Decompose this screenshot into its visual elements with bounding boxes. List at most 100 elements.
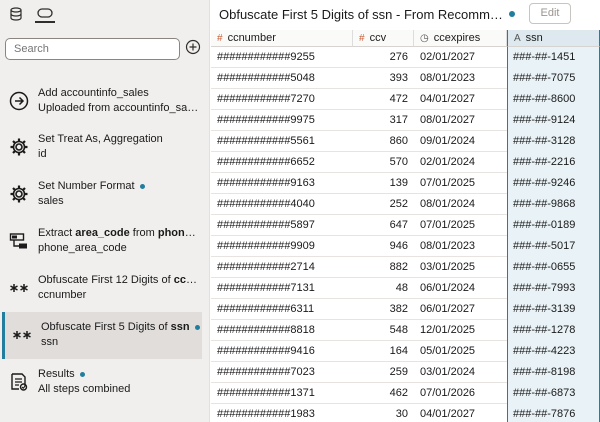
cell-ccv[interactable]: 472	[353, 89, 408, 110]
add-step-button[interactable]	[185, 39, 201, 55]
cell-ccnumber[interactable]: ############6652	[217, 152, 349, 173]
search-input[interactable]	[5, 38, 180, 60]
cell-ccnumber[interactable]: ############9163	[217, 173, 349, 194]
cell-ssn[interactable]: ###-##-3128	[507, 131, 600, 152]
table-row[interactable]: ############5897 647 07/01/2025 ###-##-0189	[211, 215, 600, 236]
cell-ccv[interactable]: 647	[353, 215, 408, 236]
edit-button[interactable]: Edit	[529, 3, 571, 24]
column-header-ccnumber[interactable]: # ccnumber	[211, 30, 353, 47]
cell-ccexpires[interactable]: 07/01/2025	[420, 173, 506, 194]
cell-ccv[interactable]: 317	[353, 110, 408, 131]
cell-ccv[interactable]: 276	[353, 47, 408, 68]
cell-ccexpires[interactable]: 08/01/2023	[420, 68, 506, 89]
cell-ccv[interactable]: 462	[353, 383, 408, 404]
cell-ssn[interactable]: ###-##-1451	[507, 47, 600, 68]
table-row[interactable]: ############6311 382 06/01/2027 ###-##-3139	[211, 299, 600, 320]
preparation-tab-icon[interactable]	[35, 5, 55, 23]
cell-ssn[interactable]: ###-##-7876	[507, 404, 600, 422]
table-row[interactable]: ############2714 882 03/01/2025 ###-##-0655	[211, 257, 600, 278]
cell-ssn[interactable]: ###-##-7075	[507, 68, 600, 89]
step-set-number-format[interactable]: Set Number Format sales	[2, 171, 202, 218]
step-results[interactable]: Results All steps combined	[2, 359, 202, 406]
column-header-ssn[interactable]: Assn	[507, 30, 600, 47]
cell-ccexpires[interactable]: 02/01/2024	[420, 152, 506, 173]
step-obfuscate-ccnumber[interactable]: Obfuscate First 12 Digits of ccnumber cc…	[2, 265, 202, 312]
table-row[interactable]: ############8818 548 12/01/2025 ###-##-1278	[211, 320, 600, 341]
cell-ccv[interactable]: 946	[353, 236, 408, 257]
cell-ssn[interactable]: ###-##-2216	[507, 152, 600, 173]
cell-ccv[interactable]: 882	[353, 257, 408, 278]
cell-ccnumber[interactable]: ############6311	[217, 299, 349, 320]
cell-ccnumber[interactable]: ############7023	[217, 362, 349, 383]
table-row[interactable]: ############1371 462 07/01/2026 ###-##-6873	[211, 383, 600, 404]
cell-ccv[interactable]: 259	[353, 362, 408, 383]
cell-ccnumber[interactable]: ############7270	[217, 89, 349, 110]
cell-ssn[interactable]: ###-##-3139	[507, 299, 600, 320]
cell-ccnumber[interactable]: ############1371	[217, 383, 349, 404]
column-header-ccexpires[interactable]: ◷ ccexpires	[414, 30, 507, 47]
cell-ccnumber[interactable]: ############7131	[217, 278, 349, 299]
table-row[interactable]: ############1983 30 04/01/2027 ###-##-7876	[211, 404, 600, 422]
cell-ccnumber[interactable]: ############2714	[217, 257, 349, 278]
step-obfuscate-ssn[interactable]: Obfuscate First 5 Digits of ssn ssn	[2, 312, 202, 359]
cell-ccexpires[interactable]: 06/01/2024	[420, 278, 506, 299]
cell-ssn[interactable]: ###-##-0655	[507, 257, 600, 278]
table-row[interactable]: ############7023 259 03/01/2024 ###-##-8198	[211, 362, 600, 383]
cell-ccexpires[interactable]: 03/01/2025	[420, 257, 506, 278]
cell-ccv[interactable]: 48	[353, 278, 408, 299]
cell-ccv[interactable]: 382	[353, 299, 408, 320]
cell-ccnumber[interactable]: ############5048	[217, 68, 349, 89]
table-row[interactable]: ############9255 276 02/01/2027 ###-##-1451	[211, 47, 600, 68]
cell-ccnumber[interactable]: ############5897	[217, 215, 349, 236]
cell-ccexpires[interactable]: 07/01/2026	[420, 383, 506, 404]
cell-ccexpires[interactable]: 07/01/2025	[420, 215, 506, 236]
cell-ccexpires[interactable]: 09/01/2024	[420, 131, 506, 152]
cell-ccv[interactable]: 860	[353, 131, 408, 152]
cell-ccexpires[interactable]: 04/01/2027	[420, 404, 506, 422]
cell-ssn[interactable]: ###-##-4223	[507, 341, 600, 362]
cell-ccnumber[interactable]: ############5561	[217, 131, 349, 152]
table-row[interactable]: ############7270 472 04/01/2027 ###-##-8600	[211, 89, 600, 110]
step-add-accountinfo-sales[interactable]: Add accountinfo_sales Uploaded from acco…	[2, 78, 202, 125]
cell-ssn[interactable]: ###-##-5017	[507, 236, 600, 257]
step-set-treat-as[interactable]: Set Treat As, Aggregation id	[2, 124, 202, 171]
cell-ccnumber[interactable]: ############9255	[217, 47, 349, 68]
table-row[interactable]: ############5561 860 09/01/2024 ###-##-3128	[211, 131, 600, 152]
table-row[interactable]: ############5048 393 08/01/2023 ###-##-7075	[211, 68, 600, 89]
cell-ccexpires[interactable]: 05/01/2025	[420, 341, 506, 362]
cell-ccexpires[interactable]: 06/01/2027	[420, 299, 506, 320]
cell-ssn[interactable]: ###-##-7993	[507, 278, 600, 299]
cell-ssn[interactable]: ###-##-6873	[507, 383, 600, 404]
cell-ccexpires[interactable]: 08/01/2024	[420, 194, 506, 215]
table-row[interactable]: ############9163 139 07/01/2025 ###-##-9246	[211, 173, 600, 194]
table-row[interactable]: ############7131 48 06/01/2024 ###-##-7993	[211, 278, 600, 299]
cell-ccv[interactable]: 548	[353, 320, 408, 341]
table-row[interactable]: ############9909 946 08/01/2023 ###-##-5017	[211, 236, 600, 257]
cell-ssn[interactable]: ###-##-9124	[507, 110, 600, 131]
cell-ssn[interactable]: ###-##-8198	[507, 362, 600, 383]
cell-ccv[interactable]: 570	[353, 152, 408, 173]
column-header-ccv[interactable]: # ccv	[353, 30, 414, 47]
cell-ccnumber[interactable]: ############4040	[217, 194, 349, 215]
cell-ccexpires[interactable]: 03/01/2024	[420, 362, 506, 383]
cell-ccv[interactable]: 393	[353, 68, 408, 89]
cell-ccnumber[interactable]: ############9909	[217, 236, 349, 257]
cell-ccexpires[interactable]: 04/01/2027	[420, 89, 506, 110]
table-row[interactable]: ############6652 570 02/01/2024 ###-##-2216	[211, 152, 600, 173]
cell-ssn[interactable]: ###-##-9868	[507, 194, 600, 215]
cell-ccnumber[interactable]: ############8818	[217, 320, 349, 341]
cell-ccv[interactable]: 164	[353, 341, 408, 362]
cell-ccnumber[interactable]: ############1983	[217, 404, 349, 422]
cell-ccnumber[interactable]: ############9975	[217, 110, 349, 131]
cell-ccnumber[interactable]: ############9416	[217, 341, 349, 362]
cell-ccv[interactable]: 30	[353, 404, 408, 422]
cell-ssn[interactable]: ###-##-9246	[507, 173, 600, 194]
step-extract-area-code[interactable]: Extract area_code from phone phone_area_…	[2, 218, 202, 265]
table-row[interactable]: ############9416 164 05/01/2025 ###-##-4223	[211, 341, 600, 362]
cell-ccv[interactable]: 139	[353, 173, 408, 194]
cell-ccv[interactable]: 252	[353, 194, 408, 215]
cell-ccexpires[interactable]: 02/01/2027	[420, 47, 506, 68]
cell-ccexpires[interactable]: 12/01/2025	[420, 320, 506, 341]
cell-ssn[interactable]: ###-##-1278	[507, 320, 600, 341]
table-row[interactable]: ############4040 252 08/01/2024 ###-##-9868	[211, 194, 600, 215]
